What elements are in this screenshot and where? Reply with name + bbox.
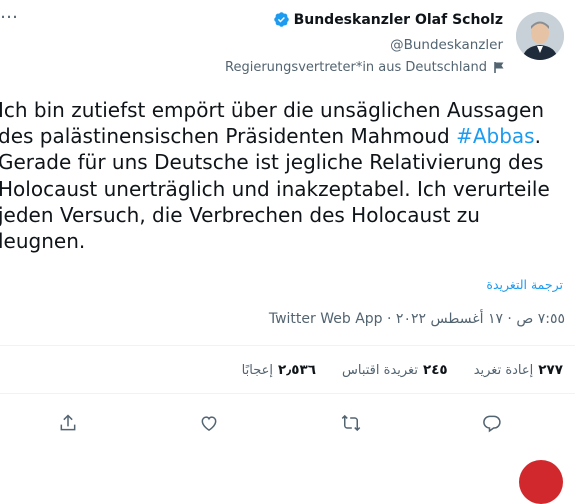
translate-tweet-link[interactable]: ترجمة التغريدة [486, 277, 563, 292]
tweet-metadata: ٧:٥٥ ص · ١٧ أغسطس ٢٠٢٢ · Twitter Web App [269, 311, 565, 327]
author-avatar[interactable] [516, 12, 564, 60]
quotes-label: تغريدة اقتباس [342, 363, 418, 378]
timestamp[interactable]: ٧:٥٥ ص · ١٧ أغسطس ٢٠٢٢ · [383, 311, 565, 327]
government-label-text: Regierungsvertreter*in aus Deutschland [225, 60, 487, 75]
tweet-text: Ich bin zutiefst empört über die unsägli… [0, 97, 568, 254]
reply-user-avatar[interactable] [519, 460, 563, 504]
likes-stat[interactable]: ٢٫٥٣٦ إعجابًا [242, 362, 316, 378]
verified-badge-icon [273, 11, 290, 28]
likes-label: إعجابًا [241, 363, 273, 378]
engagement-stats: ٢٧٧ إعادة تغريد ٢٤٥ تغريدة اقتباس ٢٫٥٣٦ … [242, 362, 563, 378]
divider [0, 345, 575, 346]
likes-count: ٢٫٥٣٦ [277, 362, 316, 378]
heart-icon [201, 416, 217, 431]
source-app: Twitter Web App [268, 311, 383, 327]
flag-icon [493, 61, 505, 74]
hashtag-link[interactable]: #Abbas [456, 124, 535, 148]
retweets-stat[interactable]: ٢٧٧ إعادة تغريد [474, 362, 563, 378]
retweet-icon [341, 414, 361, 432]
reply-button[interactable] [477, 408, 507, 438]
quotes-count: ٢٤٥ [422, 362, 448, 378]
more-options-icon[interactable]: … [0, 4, 19, 22]
like-button[interactable] [194, 408, 224, 438]
government-account-label: Regierungsvertreter*in aus Deutschland [225, 60, 505, 75]
divider [0, 393, 575, 394]
quotes-stat[interactable]: ٢٤٥ تغريدة اقتباس [342, 362, 448, 378]
reply-icon [483, 415, 501, 433]
retweet-button[interactable] [336, 408, 366, 438]
author-name-row[interactable]: Bundeskanzler Olaf Scholz [273, 11, 503, 28]
author-display-name[interactable]: Bundeskanzler Olaf Scholz [294, 12, 503, 28]
retweets-label: إعادة تغريد [473, 363, 534, 378]
author-handle[interactable]: @Bundeskanzler [390, 37, 503, 53]
share-icon [60, 414, 76, 431]
share-button[interactable] [53, 408, 83, 438]
retweets-count: ٢٧٧ [538, 362, 563, 378]
tweet-actions-bar [0, 408, 575, 438]
